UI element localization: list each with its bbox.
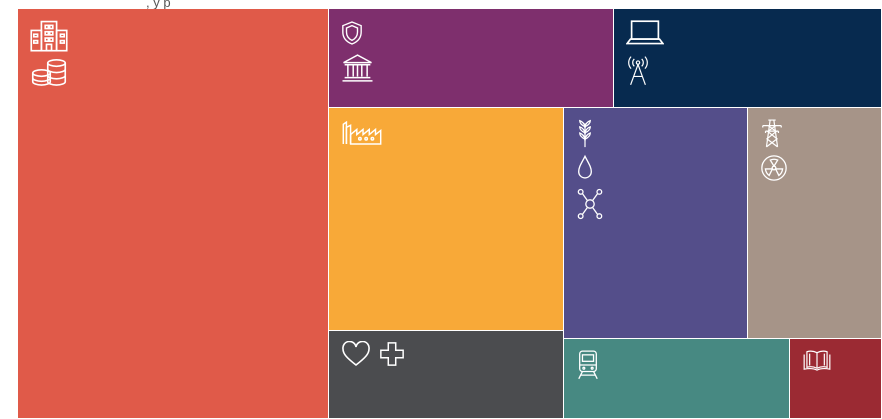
treemap-cell-buildings-finance (18, 9, 328, 418)
government-building-icon (341, 53, 374, 88)
water-drop-icon (576, 154, 594, 187)
treemap-cell-food-water-chemicals (564, 108, 747, 338)
treemap-cell-security-government (329, 9, 613, 107)
treemap-cell-transport (564, 339, 789, 418)
coin-stack-icon (30, 58, 68, 93)
shield-icon (341, 19, 363, 52)
factory-icon (341, 118, 383, 150)
radio-tower-icon (626, 54, 650, 91)
treemap-cell-energy-nuclear (748, 108, 881, 338)
wheat-icon (576, 118, 594, 153)
treemap-cell-manufacturing (329, 108, 563, 330)
laptop-icon (625, 19, 665, 53)
medical-cross-icon (379, 341, 405, 372)
treemap-cell-education (790, 339, 881, 418)
treemap-chart (0, 0, 882, 419)
train-icon (576, 349, 600, 386)
treemap-cell-it-communications (614, 9, 881, 107)
book-icon (802, 349, 832, 376)
power-pylon-icon (760, 118, 784, 153)
treemap-cell-health (329, 331, 563, 418)
radiation-icon (760, 154, 788, 187)
office-building-icon (30, 19, 68, 57)
molecule-icon (576, 188, 604, 225)
heart-icon (341, 340, 371, 372)
